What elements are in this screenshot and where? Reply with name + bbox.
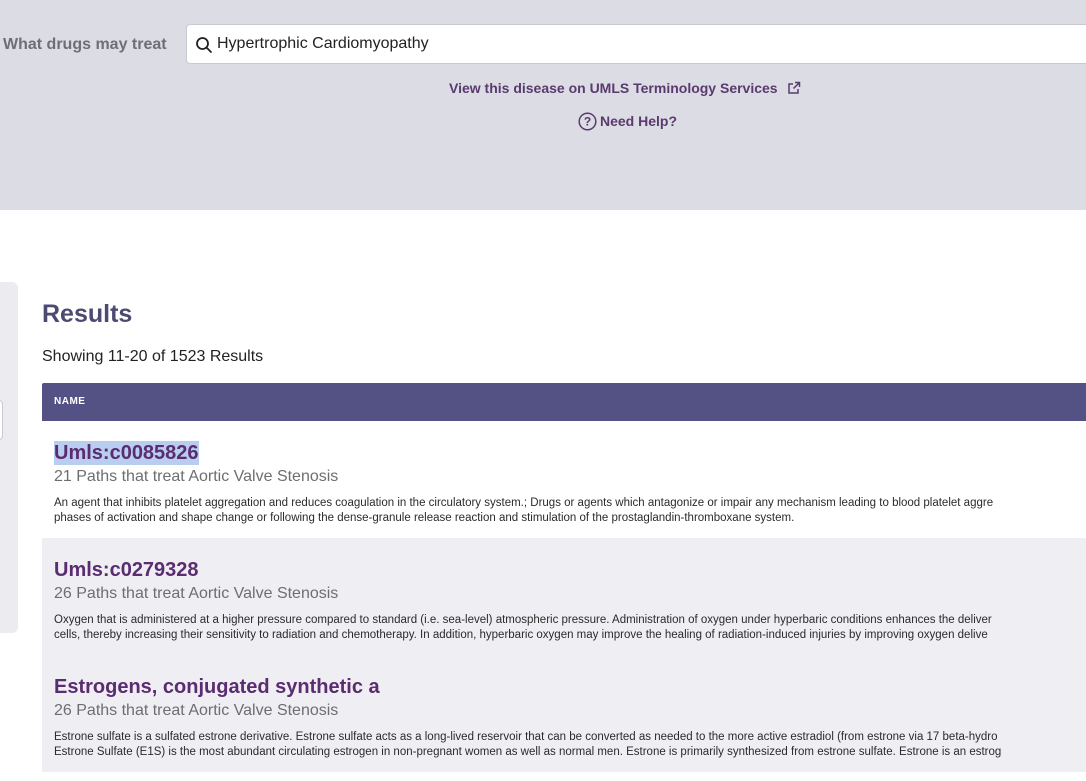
results-count: Showing 11-20 of 1523 Results [42,348,264,365]
result-drug-link[interactable]: Umls:c0085826 [54,441,199,465]
result-paths-count: 26 Paths that treat Aortic Valve Stenosi… [54,702,339,719]
result-drug-link[interactable]: Estrogens, conjugated synthetic a [54,675,380,699]
result-description: Estrone sulfate is a sulfated estrone de… [54,730,1086,760]
result-description-line: Estrone Sulfate (E1S) is the most abunda… [54,746,1002,758]
result-description: An agent that inhibits platelet aggregat… [54,496,1086,526]
result-row: Umls:c0085826 21 Paths that treat Aortic… [42,421,1086,538]
filters-sidebar [0,282,18,633]
need-help-link[interactable]: ? Need Help? [578,112,677,131]
result-row: Umls:c0279328 26 Paths that treat Aortic… [42,538,1086,655]
result-drug-link[interactable]: Umls:c0279328 [54,558,199,582]
search-icon [196,37,212,53]
result-description: Oxygen that is administered at a higher … [54,613,1086,643]
disease-search-box[interactable] [186,24,1086,64]
need-help-label: Need Help? [600,113,678,129]
result-paths-count: 21 Paths that treat Aortic Valve Stenosi… [54,468,339,485]
result-row: Estrogens, conjugated synthetic a 26 Pat… [42,655,1086,772]
results-table: NAME Umls:c0085826 21 Paths that treat A… [42,383,1086,772]
umls-link-label: View this disease on UMLS Terminology Se… [449,80,778,96]
svg-text:?: ? [584,115,591,129]
query-label: What drugs may treat [3,36,167,53]
disease-search-input[interactable] [217,31,1077,57]
help-question-icon: ? [578,112,597,131]
results-title: Results [42,300,133,328]
result-description-line: Estrone sulfate is a sulfated estrone de… [54,731,998,743]
external-link-icon [788,81,801,94]
result-description-line: phases of activation and shape change or… [54,512,795,524]
result-paths-count: 26 Paths that treat Aortic Valve Stenosi… [54,585,339,602]
result-description-line: An agent that inhibits platelet aggregat… [54,497,994,509]
search-panel: What drugs may treat View this disease o… [0,0,1086,210]
name-column-header[interactable]: NAME [42,383,1086,421]
umls-terminology-link[interactable]: View this disease on UMLS Terminology Se… [449,80,801,96]
result-description-line: Oxygen that is administered at a higher … [54,614,992,626]
sidebar-filter-control[interactable] [0,400,3,440]
result-description-line: cells, thereby increasing their sensitiv… [54,629,988,641]
